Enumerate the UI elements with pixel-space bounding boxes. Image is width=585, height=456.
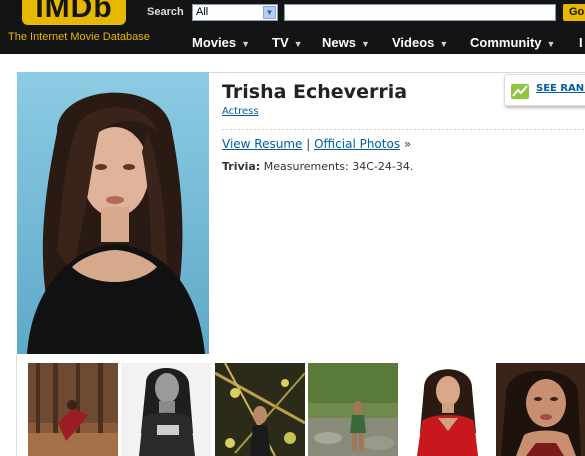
logo-text: IMDb: [35, 0, 113, 24]
nav-label: News: [322, 35, 356, 50]
section-divider: [222, 129, 585, 130]
photo-closeup: [496, 363, 585, 456]
nav-label: Movies: [192, 35, 237, 50]
caret-down-icon: ▼: [360, 39, 370, 49]
go-button[interactable]: Go: [563, 4, 585, 21]
caret-down-icon: ▼: [241, 39, 250, 49]
chevron-down-icon[interactable]: ▼: [263, 6, 276, 19]
photo-thumbnail[interactable]: [28, 363, 118, 456]
trivia-text: Measurements: 34C-24-34.: [263, 160, 414, 173]
official-photos-link[interactable]: Official Photos: [314, 137, 400, 151]
view-resume-link[interactable]: View Resume: [222, 137, 302, 151]
rank-chart-icon: [511, 84, 529, 99]
photo-creek: [308, 363, 398, 456]
trivia-line: Trivia: Measurements: 34C-24-34.: [222, 160, 413, 173]
nav-more[interactable]: I: [579, 35, 583, 50]
nav-tv[interactable]: TV ▼: [272, 35, 303, 50]
nav-movies[interactable]: Movies ▼: [192, 35, 250, 50]
photo-thumbnail[interactable]: [402, 363, 492, 456]
photo-vines: [215, 363, 305, 456]
photo-bw-portrait: [121, 363, 211, 456]
arrow-icon: »: [403, 137, 412, 151]
thumbs-left-border: [16, 355, 17, 456]
caret-down-icon: ▼: [546, 39, 556, 49]
nav-community[interactable]: Community ▼: [470, 35, 555, 50]
portrait-image: [17, 72, 209, 354]
site-header: IMDb The Internet Movie Database Search …: [0, 0, 585, 54]
photo-thumbnail[interactable]: [215, 363, 305, 456]
caret-down-icon: ▼: [439, 39, 449, 49]
photo-red-top: [402, 363, 492, 456]
caret-down-icon: ▼: [293, 39, 303, 49]
nav-label: Community: [470, 35, 542, 50]
search-scope-value: All: [196, 6, 209, 18]
link-separator: |: [306, 137, 311, 151]
search-scope-select[interactable]: All ▼: [192, 4, 278, 21]
photo-thumbnail[interactable]: [308, 363, 398, 456]
nav-videos[interactable]: Videos ▼: [392, 35, 448, 50]
nav-label: Videos: [392, 35, 435, 50]
nav-news[interactable]: News ▼: [322, 35, 370, 50]
nav-label: TV: [272, 35, 289, 50]
see-rank-button[interactable]: SEE RANK: [504, 74, 585, 106]
search-label: Search: [147, 6, 184, 18]
photo-thumbnail[interactable]: [496, 363, 585, 456]
profile-links: View Resume | Official Photos »: [222, 137, 411, 151]
imdb-logo[interactable]: IMDb: [22, 0, 126, 25]
nav-label: I: [579, 35, 583, 50]
search-input[interactable]: [284, 4, 556, 21]
page-title: Trisha Echeverria: [222, 81, 408, 103]
profile-photo[interactable]: [17, 72, 209, 354]
trivia-label: Trivia:: [222, 160, 261, 173]
photo-thumbnail[interactable]: [121, 363, 211, 456]
role-link[interactable]: Actress: [222, 106, 259, 117]
see-rank-label: SEE RANK: [536, 83, 585, 94]
photo-forest-pose: [28, 363, 118, 456]
site-tagline: The Internet Movie Database: [8, 31, 150, 43]
